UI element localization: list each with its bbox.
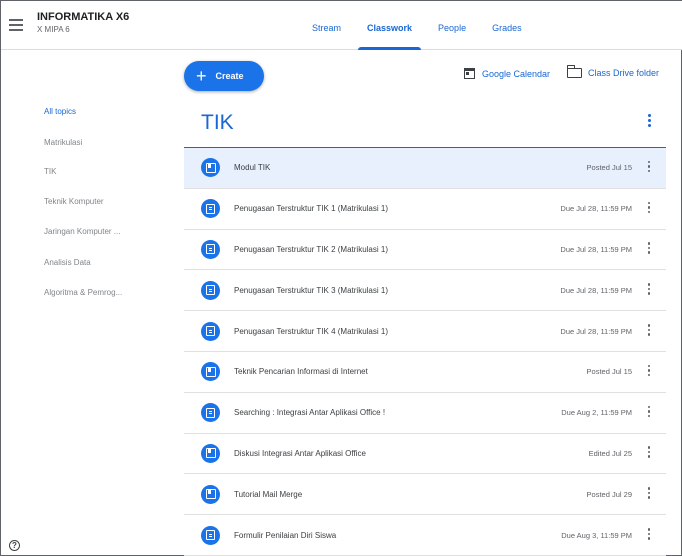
help-icon[interactable]: ? bbox=[9, 540, 20, 551]
class-name[interactable]: INFORMATIKA X6 bbox=[37, 11, 129, 23]
tab-people[interactable]: People bbox=[425, 1, 479, 50]
classwork-item-date: Posted Jul 15 bbox=[586, 163, 632, 173]
more-options-icon[interactable] bbox=[646, 324, 652, 338]
material-book-icon bbox=[201, 362, 220, 382]
classwork-list: Modul TIK Posted Jul 15 Penugasan Terstruk… bbox=[184, 148, 666, 556]
classwork-item-date: Due Jul 28, 11:59 PM bbox=[560, 285, 632, 295]
classwork-item[interactable]: Penugasan Terstruktur TIK 4 (Matrikulasi… bbox=[184, 311, 666, 352]
more-options-icon[interactable] bbox=[646, 487, 652, 501]
sidebar-item-all-topics[interactable]: All topics bbox=[44, 107, 76, 116]
google-calendar-label: Google Calendar bbox=[482, 68, 551, 79]
classwork-item-date: Due Jul 28, 11:59 PM bbox=[560, 204, 632, 214]
classwork-item[interactable]: Penugasan Terstruktur TIK 3 (Matrikulasi… bbox=[184, 270, 666, 312]
calendar-icon bbox=[464, 68, 475, 79]
sidebar-item-jaringan-komputer[interactable]: Jaringan Komputer ... bbox=[44, 227, 120, 236]
classwork-item[interactable]: Formulir Penilaian Diri Siswa Due Aug 3, … bbox=[184, 515, 666, 556]
classwork-item-title: Formulir Penilaian Diri Siswa bbox=[234, 530, 337, 540]
classwork-item-date: Edited Jul 25 bbox=[588, 448, 632, 458]
sidebar-item-tik[interactable]: TIK bbox=[44, 167, 56, 176]
classwork-item-title: Penugasan Terstruktur TIK 1 (Matrikulasi… bbox=[234, 204, 388, 214]
folder-icon bbox=[566, 65, 582, 78]
tab-stream[interactable]: Stream bbox=[299, 1, 354, 50]
classwork-item-title: Penugasan Terstruktur TIK 2 (Matrikulasi… bbox=[234, 244, 388, 254]
classwork-item-date: Due Jul 28, 11:59 PM bbox=[560, 244, 632, 254]
classroom-window: INFORMATIKA X6 X MIPA 6 Stream Classwork… bbox=[0, 0, 682, 556]
assignment-icon bbox=[201, 403, 220, 423]
sidebar-item-analisis-data[interactable]: Analisis Data bbox=[44, 258, 91, 267]
assignment-icon bbox=[201, 199, 220, 219]
classwork-item-date: Posted Jul 29 bbox=[586, 489, 632, 499]
create-button-label: Create bbox=[215, 71, 244, 81]
classwork-item[interactable]: Diskusi Integrasi Antar Aplikasi Office E… bbox=[184, 434, 666, 475]
tab-grades[interactable]: Grades bbox=[479, 1, 535, 50]
sidebar-item-matrikulasi[interactable]: Matrikulasi bbox=[44, 138, 82, 147]
sidebar-item-teknik-komputer[interactable]: Teknik Komputer bbox=[44, 197, 104, 206]
assignment-icon bbox=[201, 280, 220, 300]
more-options-icon[interactable] bbox=[646, 242, 652, 256]
classwork-item-title: Tutorial Mail Merge bbox=[234, 489, 303, 499]
tab-bar: Stream Classwork People Grades bbox=[299, 1, 535, 50]
class-drive-folder-label: Class Drive folder bbox=[588, 68, 660, 78]
more-options-icon[interactable] bbox=[646, 446, 652, 460]
classwork-item[interactable]: Penugasan Terstruktur TIK 2 (Matrikulasi… bbox=[184, 230, 666, 271]
classwork-item-title: Teknik Pencarian Informasi di Internet bbox=[234, 367, 368, 377]
material-book-icon bbox=[201, 443, 220, 463]
classwork-item-date: Posted Jul 15 bbox=[586, 367, 632, 377]
google-calendar-link[interactable]: Google Calendar bbox=[464, 68, 550, 79]
classwork-item-date: Due Aug 2, 11:59 PM bbox=[561, 408, 632, 418]
more-options-icon[interactable] bbox=[646, 160, 652, 175]
top-bar: INFORMATIKA X6 X MIPA 6 Stream Classwork… bbox=[1, 1, 682, 50]
classwork-item-title: Penugasan Terstruktur TIK 4 (Matrikulasi… bbox=[234, 326, 388, 336]
classwork-item[interactable]: Searching : Integrasi Antar Aplikasi Off… bbox=[184, 393, 666, 434]
assignment-icon bbox=[201, 239, 220, 259]
topic-more-options-icon[interactable] bbox=[644, 114, 654, 130]
more-options-icon[interactable] bbox=[646, 405, 652, 420]
hamburger-menu-icon[interactable] bbox=[9, 19, 23, 31]
more-options-icon[interactable] bbox=[646, 283, 652, 297]
plus-icon: + bbox=[196, 66, 207, 86]
more-options-icon[interactable] bbox=[646, 364, 652, 379]
classwork-item-title: Modul TIK bbox=[234, 163, 271, 173]
topic-title: TIK bbox=[201, 111, 234, 134]
classwork-item-title: Penugasan Terstruktur TIK 3 (Matrikulasi… bbox=[234, 285, 388, 295]
classwork-item[interactable]: Penugasan Terstruktur TIK 1 (Matrikulasi… bbox=[184, 189, 666, 230]
tab-classwork[interactable]: Classwork bbox=[354, 1, 425, 50]
classwork-item[interactable]: Modul TIK Posted Jul 15 bbox=[184, 148, 666, 189]
more-options-icon[interactable] bbox=[646, 528, 652, 542]
classwork-item-date: Due Jul 28, 11:59 PM bbox=[560, 326, 632, 336]
assignment-icon bbox=[201, 321, 220, 341]
class-section: X MIPA 6 bbox=[37, 25, 70, 34]
assignment-icon bbox=[201, 525, 220, 545]
material-book-icon bbox=[201, 484, 220, 504]
more-options-icon[interactable] bbox=[646, 201, 652, 216]
classwork-item[interactable]: Teknik Pencarian Informasi di Internet Po… bbox=[184, 352, 666, 393]
classwork-item[interactable]: Tutorial Mail Merge Posted Jul 29 bbox=[184, 474, 666, 516]
class-drive-folder-link[interactable]: Class Drive folder bbox=[566, 65, 660, 78]
classwork-item-date: Due Aug 3, 11:59 PM bbox=[561, 530, 632, 540]
create-button[interactable]: + Create bbox=[184, 61, 264, 91]
classwork-item-title: Diskusi Integrasi Antar Aplikasi Office bbox=[234, 448, 366, 458]
material-book-icon bbox=[201, 158, 220, 178]
sidebar-item-algoritma[interactable]: Algoritma & Pemrog... bbox=[44, 288, 122, 297]
classwork-item-title: Searching : Integrasi Antar Aplikasi Off… bbox=[234, 408, 386, 418]
